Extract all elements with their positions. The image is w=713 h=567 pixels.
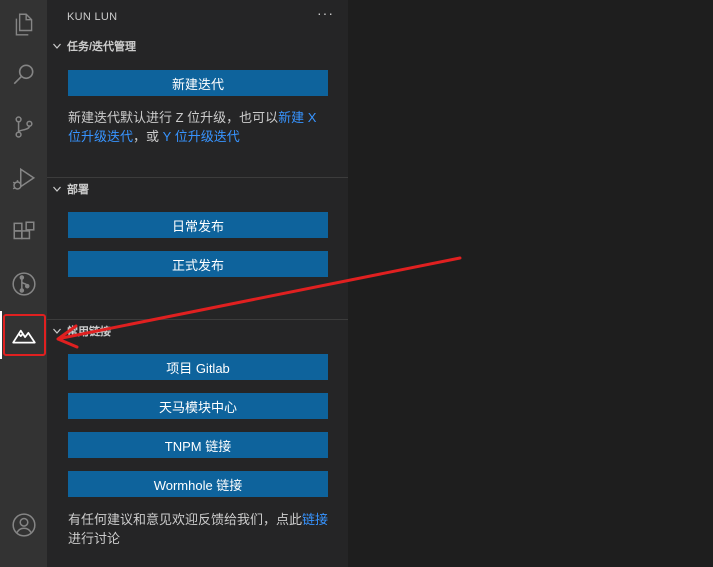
- description-text: 新建迭代默认进行 Z 位升级，也可以: [68, 110, 279, 125]
- files-icon[interactable]: [0, 0, 47, 48]
- tasks-description: 新建迭代默认进行 Z 位升级，也可以新建 X 位升级迭代，或 Y 位升级迭代: [68, 108, 330, 146]
- y-iteration-link[interactable]: Y 位升级迭代: [163, 129, 240, 144]
- description-text: ，或: [133, 129, 163, 144]
- annotation-highlight-box: [3, 314, 46, 356]
- more-actions-icon[interactable]: ···: [317, 5, 334, 21]
- run-debug-icon[interactable]: [0, 155, 47, 203]
- extensions-icon[interactable]: [0, 208, 47, 256]
- editor-area: [348, 0, 713, 567]
- feedback-text: 有任何建议和意见欢迎反馈给我们，点此链接进行讨论: [68, 510, 330, 548]
- chevron-down-icon: [47, 41, 67, 51]
- activity-bar: [0, 0, 47, 567]
- section-header-deploy[interactable]: 部署: [47, 178, 348, 200]
- sidebar-title: KUN LUN: [67, 11, 118, 23]
- tnpm-link-button[interactable]: TNPM 链接: [68, 432, 328, 458]
- account-icon[interactable]: [0, 501, 47, 549]
- section-header-tasks[interactable]: 任务/迭代管理: [47, 35, 348, 57]
- project-gitlab-button[interactable]: 项目 Gitlab: [68, 354, 328, 380]
- production-release-button[interactable]: 正式发布: [68, 251, 328, 277]
- daily-release-button[interactable]: 日常发布: [68, 212, 328, 238]
- feedback-suffix: 进行讨论: [68, 531, 121, 546]
- feedback-link[interactable]: 链接: [302, 512, 328, 527]
- feedback-prefix: 有任何建议和意见欢迎反馈给我们，点此: [68, 512, 303, 527]
- section-title: 部署: [67, 184, 89, 196]
- source-control-icon[interactable]: [0, 103, 47, 151]
- sidebar: KUN LUN ··· 任务/迭代管理 新建迭代 新建迭代默认进行 Z 位升级，…: [47, 0, 348, 567]
- chevron-down-icon: [47, 184, 67, 194]
- section-title: 任务/迭代管理: [67, 41, 137, 53]
- tianma-module-center-button[interactable]: 天马模块中心: [68, 393, 328, 419]
- wormhole-link-button[interactable]: Wormhole 链接: [68, 471, 328, 497]
- new-iteration-button[interactable]: 新建迭代: [68, 70, 328, 96]
- section-title: 常用链接: [67, 326, 111, 338]
- git-graph-icon[interactable]: [0, 260, 47, 308]
- section-header-links[interactable]: 常用链接: [47, 320, 348, 342]
- search-icon[interactable]: [0, 51, 47, 99]
- chevron-down-icon: [47, 326, 67, 336]
